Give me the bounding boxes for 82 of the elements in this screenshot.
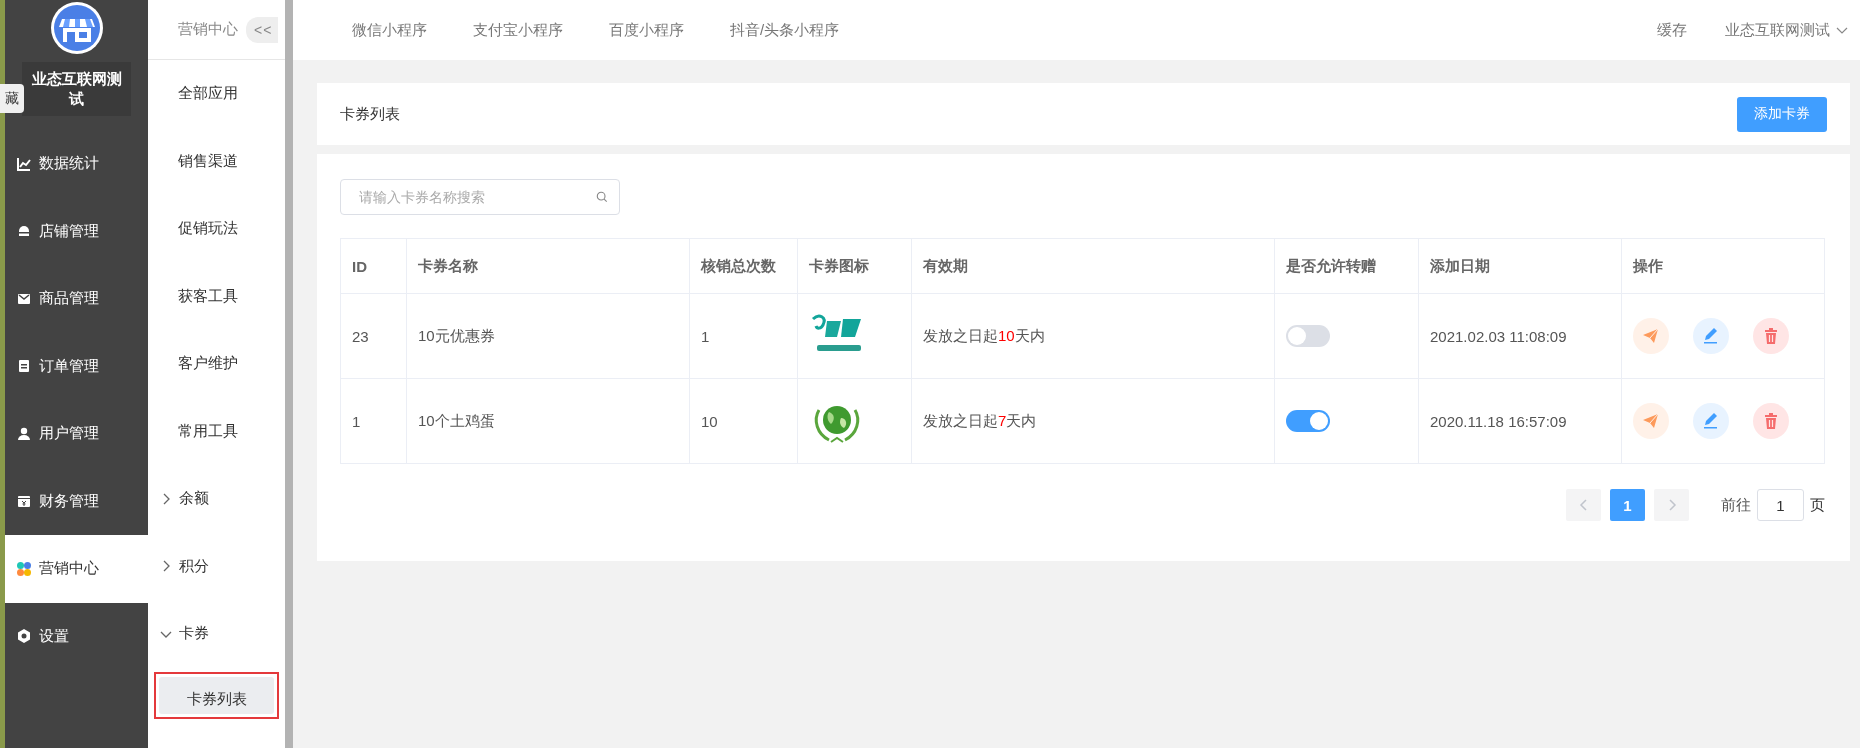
top-tab[interactable]: 百度小程序	[609, 20, 684, 40]
sub-nav-item[interactable]: 卡券列表	[159, 676, 274, 714]
nav-label: 数据统计	[39, 154, 99, 174]
table-cell: 2021.02.03 11:08:09	[1418, 293, 1622, 379]
nav-label: 订单管理	[39, 356, 99, 376]
column-header: 卡券图标	[797, 238, 912, 294]
send-icon	[1642, 412, 1660, 430]
sub-nav-item[interactable]: 促销玩法	[148, 195, 285, 263]
nav-item[interactable]: 商品管理	[5, 265, 148, 333]
nav-label: 设置	[39, 626, 69, 646]
edit-icon	[1702, 327, 1720, 345]
hide-tab[interactable]: 藏	[0, 84, 24, 113]
column-header: 卡券名称	[406, 238, 690, 294]
store-logo-icon	[49, 1, 104, 55]
validity-text: 发放之日起7天内	[923, 411, 1037, 429]
shop-name: 业态互联网测试	[22, 62, 131, 116]
table-cell: 10	[689, 378, 798, 464]
column-header: ID	[340, 238, 407, 294]
scroll-bar[interactable]	[285, 0, 293, 748]
table-cell: 1	[340, 378, 407, 464]
send-button[interactable]	[1633, 318, 1669, 354]
nav-label: 财务管理	[39, 491, 99, 511]
send-icon	[1642, 327, 1660, 345]
chevron-left-icon	[1577, 499, 1590, 511]
page-title: 卡券列表	[340, 104, 400, 124]
validity-text: 发放之日起10天内	[923, 326, 1045, 344]
sub-nav-item[interactable]: 获客工具	[148, 262, 285, 330]
table-cell: 1	[689, 293, 798, 379]
transfer-switch[interactable]	[1286, 325, 1330, 347]
page-input[interactable]: 1	[1757, 489, 1804, 521]
chart-icon	[16, 155, 32, 172]
table-cell: 2020.11.18 16:57:09	[1418, 378, 1622, 464]
column-header: 核销总次数	[689, 238, 798, 294]
page-suffix: 页	[1810, 495, 1825, 515]
nav-item[interactable]: 店铺管理	[5, 197, 148, 265]
search-field[interactable]: 请输入卡券名称搜索	[340, 179, 620, 215]
column-header: 有效期	[911, 238, 1275, 294]
nav-item[interactable]: 设置	[5, 602, 148, 670]
nav-label: 营销中心	[39, 559, 99, 579]
clipboard-icon	[16, 358, 32, 375]
user-menu[interactable]: 业态互联网测试	[1725, 20, 1830, 40]
nav-label: 商品管理	[39, 289, 99, 309]
wallet-icon	[16, 493, 32, 510]
sub-nav-item[interactable]: 销售渠道	[148, 127, 285, 195]
column-header: 是否允许转赠	[1274, 238, 1419, 294]
column-header: 操作	[1621, 238, 1825, 294]
search-icon	[596, 191, 608, 203]
sub-nav-item[interactable]: 客户维护	[148, 330, 285, 398]
sub-nav-item[interactable]: 全部应用	[148, 60, 285, 128]
nav-label: 用户管理	[39, 424, 99, 444]
nav-item[interactable]: 数据统计	[5, 130, 148, 198]
nav-item[interactable]: 营销中心	[5, 535, 148, 603]
edit-icon	[1702, 412, 1720, 430]
goto-label: 前往	[1721, 495, 1751, 515]
transfer-switch[interactable]	[1286, 410, 1330, 432]
column-header: 添加日期	[1418, 238, 1622, 294]
table-cell: 23	[340, 293, 407, 379]
user-icon	[16, 425, 32, 442]
nav-item[interactable]: 订单管理	[5, 332, 148, 400]
cache-link[interactable]: 缓存	[1657, 20, 1687, 40]
table-cell: 10元优惠券	[406, 293, 690, 379]
delete-button[interactable]	[1753, 318, 1789, 354]
nav-label: 店铺管理	[39, 221, 99, 241]
edit-button[interactable]	[1693, 403, 1729, 439]
hexagon-icon	[16, 628, 32, 645]
top-tab[interactable]: 支付宝小程序	[473, 20, 563, 40]
delete-icon	[1762, 412, 1780, 430]
send-button[interactable]	[1633, 403, 1669, 439]
table-cell: 10个土鸡蛋	[406, 378, 690, 464]
sub-nav-group[interactable]: 积分	[179, 556, 209, 576]
top-tab[interactable]: 抖音/头条小程序	[730, 20, 840, 40]
nav-item[interactable]: 用户管理	[5, 400, 148, 468]
colorful-cross-icon	[16, 560, 32, 577]
top-tab[interactable]: 微信小程序	[352, 20, 427, 40]
sub-nav-title: 营销中心	[178, 20, 238, 39]
sub-nav-item[interactable]: 常用工具	[148, 397, 285, 465]
nav-item[interactable]: 财务管理	[5, 467, 148, 535]
delete-button[interactable]	[1753, 403, 1789, 439]
sub-nav-group[interactable]: 余额	[179, 489, 209, 509]
sub-nav-group[interactable]: 卡券	[179, 624, 209, 644]
edit-button[interactable]	[1693, 318, 1729, 354]
delete-icon	[1762, 327, 1780, 345]
